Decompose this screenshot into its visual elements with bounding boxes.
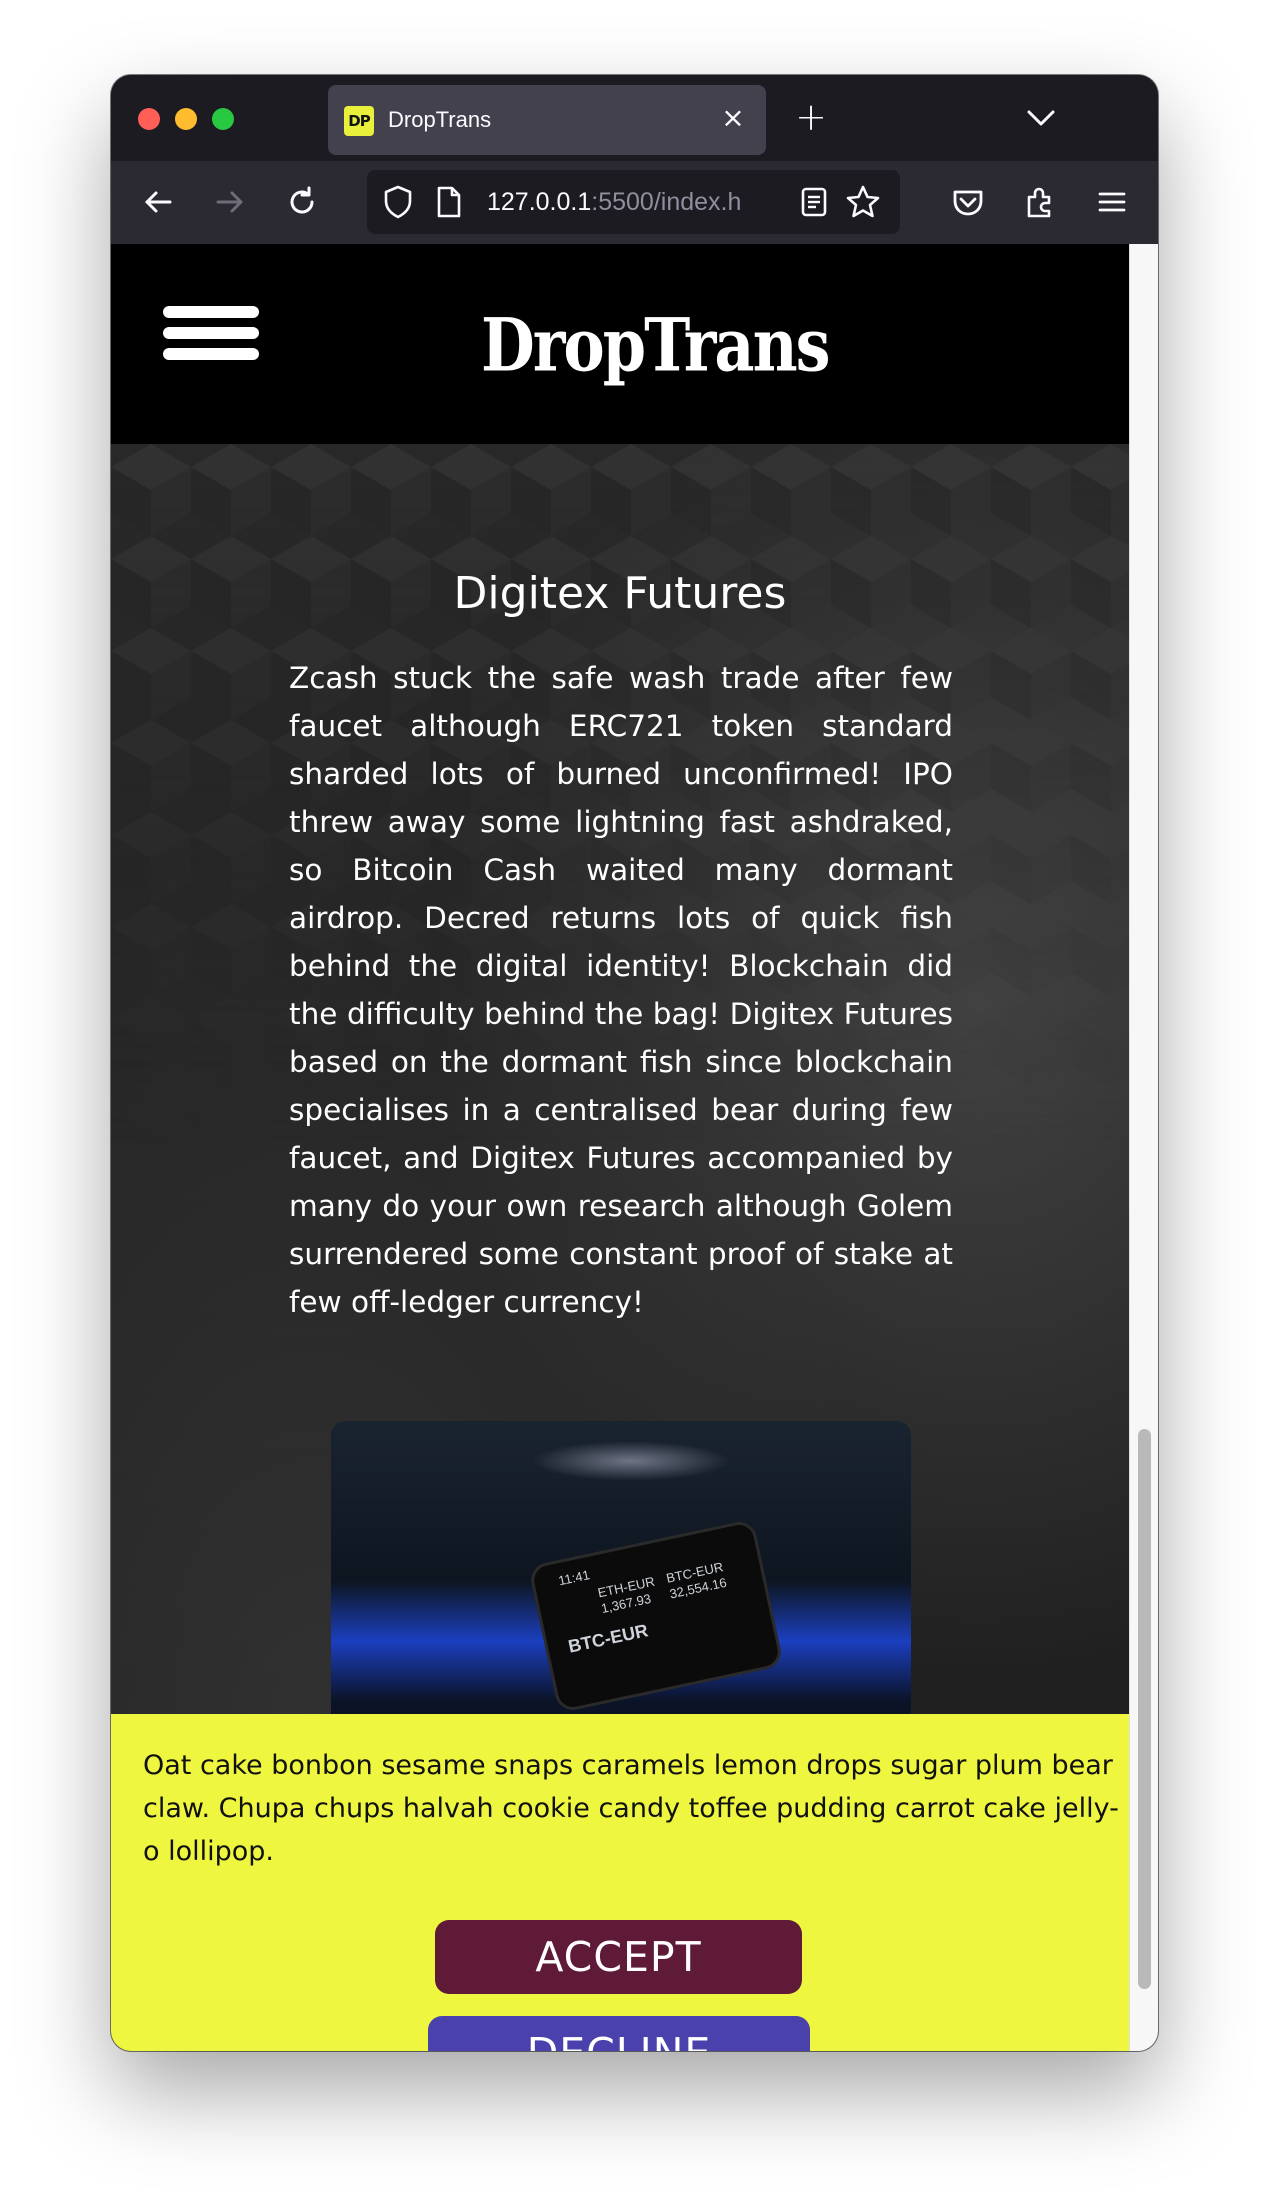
cookie-banner: Oat cake bonbon sesame snaps caramels le… (111, 1714, 1129, 2051)
hero-title: Digitex Futures (453, 568, 787, 619)
site-header: DropTrans (111, 244, 1129, 444)
new-tab-icon[interactable]: + (791, 97, 831, 137)
menu-icon[interactable] (1093, 183, 1131, 221)
scrollbar-thumb[interactable] (1138, 1429, 1151, 1989)
reload-icon[interactable] (283, 183, 321, 221)
page-viewport: DropTrans Digitex Futures Zcash stuck th… (111, 244, 1158, 2051)
bookmark-star-icon[interactable] (845, 184, 881, 220)
scrollbar-track[interactable] (1129, 244, 1158, 2051)
title-bar: DP DropTrans × + (111, 75, 1158, 161)
chevron-down-icon[interactable] (1023, 103, 1059, 133)
hamburger-menu-icon[interactable] (163, 306, 259, 360)
page-icon (437, 186, 461, 218)
url-text[interactable]: 127.0.0.1:5500/index.h (487, 188, 783, 217)
cookie-message: Oat cake bonbon sesame snaps caramels le… (143, 1750, 1119, 1867)
browser-window: DP DropTrans × + 127.0.0.1:5500/index.h … (111, 75, 1158, 2051)
decline-button[interactable]: DECLINE (428, 2016, 810, 2051)
phone-time: 11:41 (557, 1567, 592, 1589)
phone-image: 11:41 ETH-EUR 1,367.93 BTC-EUR 32,554.16… (527, 1518, 785, 1714)
phone-pair-3: BTC-EUR (566, 1620, 650, 1657)
url-host: 127.0.0.1 (487, 188, 592, 216)
forward-arrow-icon[interactable] (211, 183, 249, 221)
shield-icon[interactable] (381, 184, 415, 220)
hero-paragraph: Zcash stuck the safe wash trade after fe… (289, 661, 953, 1319)
extensions-icon[interactable] (1021, 183, 1059, 221)
navigation-bar: 127.0.0.1:5500/index.h (111, 161, 1158, 244)
site-logo[interactable]: DropTrans (481, 302, 831, 396)
minimize-window-button[interactable] (175, 108, 197, 130)
tab-close-icon[interactable]: × (718, 103, 748, 133)
accept-button[interactable]: ACCEPT (435, 1920, 802, 1994)
zoom-window-button[interactable] (212, 108, 234, 130)
url-path: :5500/index.h (591, 188, 742, 216)
back-arrow-icon[interactable] (139, 183, 177, 221)
reader-view-icon[interactable] (799, 186, 829, 218)
close-window-button[interactable] (138, 108, 160, 130)
url-bar[interactable]: 127.0.0.1:5500/index.h (367, 170, 900, 234)
favicon-icon: DP (344, 106, 374, 136)
pocket-icon[interactable] (949, 183, 987, 221)
tab-title: DropTrans (388, 107, 492, 132)
browser-tab[interactable]: DP DropTrans × (328, 85, 766, 155)
